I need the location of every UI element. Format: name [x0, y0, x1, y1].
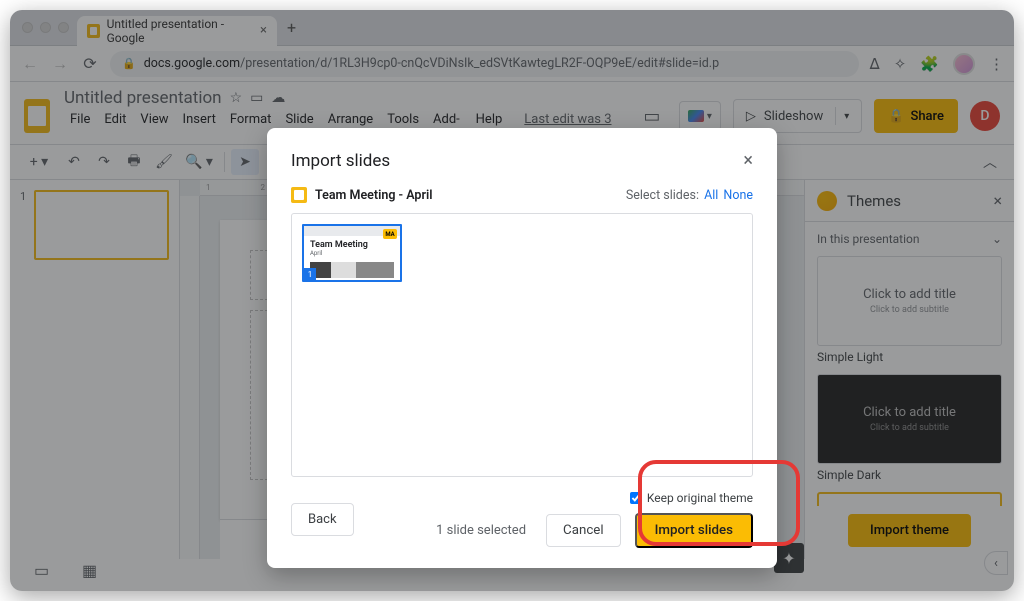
- import-slides-dialog: Import slides × Team Meeting - April Sel…: [267, 128, 777, 568]
- cancel-button[interactable]: Cancel: [546, 514, 621, 547]
- thumb-number: 1: [304, 268, 316, 280]
- select-all-link[interactable]: All: [704, 188, 718, 203]
- keep-original-theme-checkbox[interactable]: Keep original theme: [630, 491, 753, 505]
- close-icon[interactable]: ×: [743, 150, 753, 171]
- select-slides-controls: Select slides: All None: [626, 188, 753, 203]
- import-slide-thumb-1[interactable]: MA Team Meeting April 1: [302, 224, 402, 282]
- selection-count: 1 slide selected: [436, 523, 526, 538]
- import-slides-button[interactable]: Import slides: [635, 513, 753, 548]
- dialog-title: Import slides: [291, 151, 390, 171]
- slides-selection-grid: MA Team Meeting April 1: [291, 213, 753, 477]
- select-none-link[interactable]: None: [723, 188, 753, 203]
- keep-theme-input[interactable]: [630, 492, 642, 504]
- source-presentation-name: Team Meeting - April: [291, 187, 432, 203]
- slides-icon: [291, 187, 307, 203]
- badge: MA: [383, 229, 397, 239]
- back-button[interactable]: Back: [291, 503, 354, 536]
